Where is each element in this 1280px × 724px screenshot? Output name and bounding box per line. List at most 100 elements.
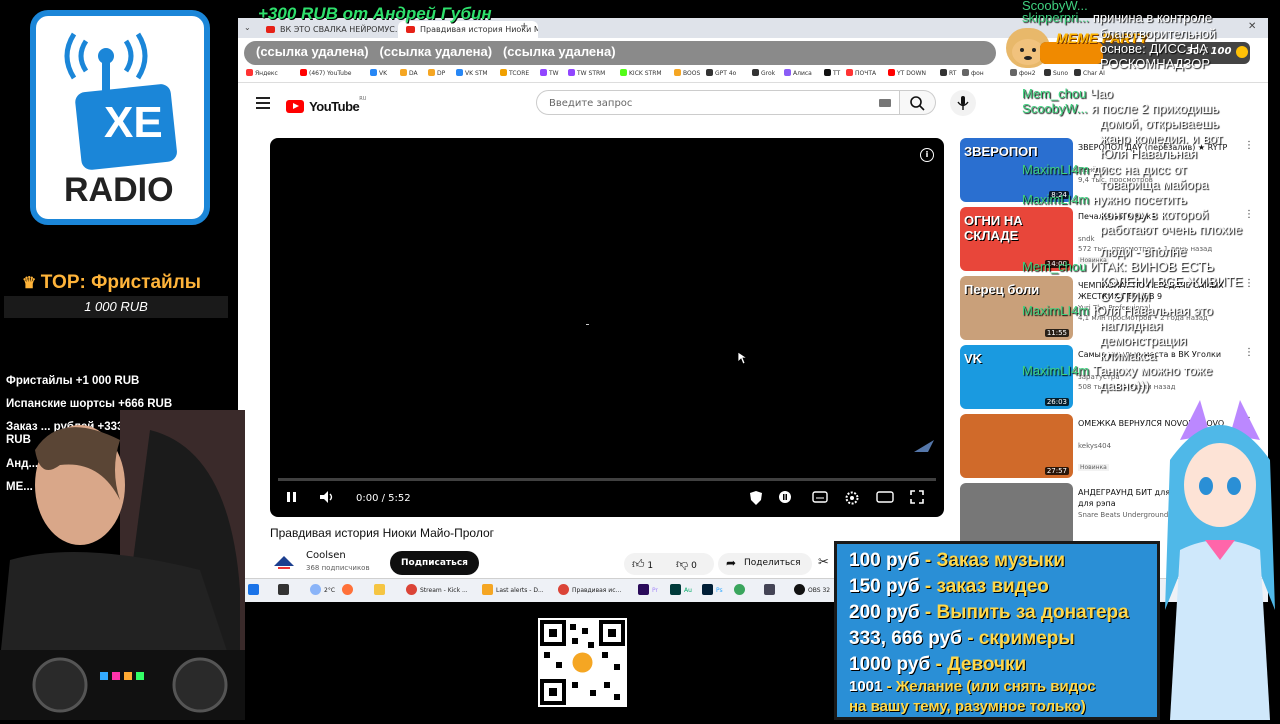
bookmark-icon [962,69,969,76]
firefox-icon[interactable] [342,583,356,599]
chat-username: MaximLI4m [1022,162,1090,177]
channel-avatar[interactable] [272,550,296,572]
radio-logo-text: RADIO [64,171,174,209]
bookmark-item[interactable]: фон [962,69,984,77]
chat-text: ИТАК: ВИНОВ ЕСТЬ [1089,259,1215,274]
chat-text: жанр комедия. и вот [1100,131,1223,146]
bookmark-item[interactable]: Grok [752,69,775,77]
bookmark-icon [752,69,759,76]
pause-icon[interactable] [286,490,298,507]
adblock-shield-icon[interactable] [748,490,764,509]
crown-icon: ♛ [22,275,41,292]
chat-message: С ЭТИМ [1100,289,1150,304]
bookmark-item[interactable]: YT DOWN [888,69,926,77]
bookmark-item[interactable]: VK [370,69,387,77]
price-row: 1001 - Желание (или снять видос [849,678,1096,695]
weather-widget[interactable]: 2°C [310,583,335,599]
bookmark-icon [246,69,253,76]
folder-icon[interactable] [374,583,388,599]
video-player[interactable]: i 0:00 / 5:52 [270,138,944,517]
new-tab-icon[interactable]: + [520,21,528,32]
top-title-text: TOP: Фристайлы [40,272,202,293]
progress-bar[interactable] [278,478,936,481]
search-input[interactable]: Введите запрос [536,90,900,115]
links-bar: (ссылка удалена) (ссылка удалена) (ссылк… [256,44,676,59]
price-description: - скримеры [967,628,1075,649]
browser-app-icon[interactable] [734,583,748,599]
bookmark-icon [888,69,895,76]
photoshop-icon[interactable]: Ps [702,583,723,599]
chat-text: дисс на дисс от [1092,162,1187,177]
bookmark-item[interactable]: BOOS [674,69,700,77]
bookmark-item[interactable]: KICK STRM [620,69,662,77]
monitor-app-icon[interactable] [764,583,778,599]
chat-username: MaximLI4m [1022,363,1090,378]
windows-start-icon[interactable] [248,583,262,599]
youtube-logo[interactable]: YouTubeRU [286,96,366,115]
bookmark-item[interactable]: DA [400,69,418,77]
subscribe-button[interactable]: Подписаться [390,551,479,575]
loading-dot [586,324,589,325]
volume-icon[interactable] [318,490,336,507]
bookmark-icon [428,69,435,76]
voice-search-button[interactable] [950,90,976,116]
bookmark-item[interactable]: TW [540,69,559,77]
bookmark-item[interactable]: GPT 4o [706,69,736,77]
menu-icon[interactable] [256,97,270,109]
bookmark-icon [846,69,853,76]
bookmark-item[interactable]: DP [428,69,445,77]
chat-message: люди - вполне [1100,244,1186,259]
chat-text: климакса [1100,348,1157,363]
radio-logo: XE RADIO [30,10,210,225]
taskbar-app[interactable]: OBS 32 [794,583,830,599]
chat-username: skipperpri... [1022,10,1090,25]
bookmark-item[interactable]: (467) YouTube [300,69,351,77]
like-dislike-group: 👍︎ 1 👎︎ 0 [624,553,714,575]
subtitles-icon[interactable] [812,490,828,507]
price-amount: 200 руб [849,602,920,623]
video-title: Правдивая история Ниоки Майо-Пролог [270,526,495,540]
time-display: 0:00 / 5:52 [356,493,411,504]
bookmark-item[interactable]: TCORE [500,69,529,77]
info-icon[interactable]: i [920,148,934,162]
autoplay-toggle-icon[interactable] [778,490,792,507]
youtube-favicon-icon [266,26,275,33]
top-donation-title: ♛ TOP: Фристайлы [22,272,201,294]
audition-icon[interactable]: Au [670,583,692,599]
chat-text: Чао [1089,86,1114,101]
bookmark-item[interactable]: Алиса [784,69,812,77]
dislike-button[interactable]: 👎︎ 0 [676,557,697,572]
bookmark-icon [456,69,463,76]
like-button[interactable]: 👍︎ 1 [632,557,653,572]
bookmark-item[interactable]: TT [824,69,840,77]
search-button[interactable] [900,90,936,115]
price-amount: 333, 666 руб [849,628,962,649]
bookmark-item[interactable]: Яндекс [246,69,278,77]
share-button[interactable]: ➦ Поделиться [718,553,812,575]
channel-name[interactable]: Coolsen [306,550,346,561]
link-placeholder: (ссылка удалена) [502,44,616,59]
fullscreen-icon[interactable] [910,490,924,507]
bookmark-item[interactable]: ПОЧТА [846,69,876,77]
tab-list-icon[interactable]: ⌄ [244,23,251,32]
bookmark-item[interactable]: TW STRM [568,69,605,77]
taskbar-app[interactable]: Last alerts - D... [482,583,544,599]
anime-avatar [1160,400,1280,720]
chat-message: ScoobyW... я после 2 приходишь [1022,101,1219,116]
bookmark-item[interactable]: VK STM [456,69,488,77]
settings-gear-icon[interactable] [844,490,860,509]
premiere-icon[interactable]: Pr [638,583,658,599]
price-amount: 1001 [849,678,883,695]
bookmark-icon [400,69,407,76]
clip-scissors-icon[interactable]: ✂ [818,555,829,570]
bookmark-item[interactable]: RT [940,69,956,77]
theater-mode-icon[interactable] [876,490,894,507]
keyboard-icon[interactable] [879,99,891,107]
price-amount: 150 руб [849,576,920,597]
taskbar-app[interactable]: Stream - Kick ... [406,583,468,599]
taskbar-app[interactable]: Правдивая ис... [558,583,621,599]
chat-message: РОСКОМНАДЗОР [1100,56,1210,71]
taskview-icon[interactable] [278,583,292,599]
channel-subscribers: 368 подписчиков [306,564,370,572]
chat-text: Юля Навальная [1100,146,1198,161]
